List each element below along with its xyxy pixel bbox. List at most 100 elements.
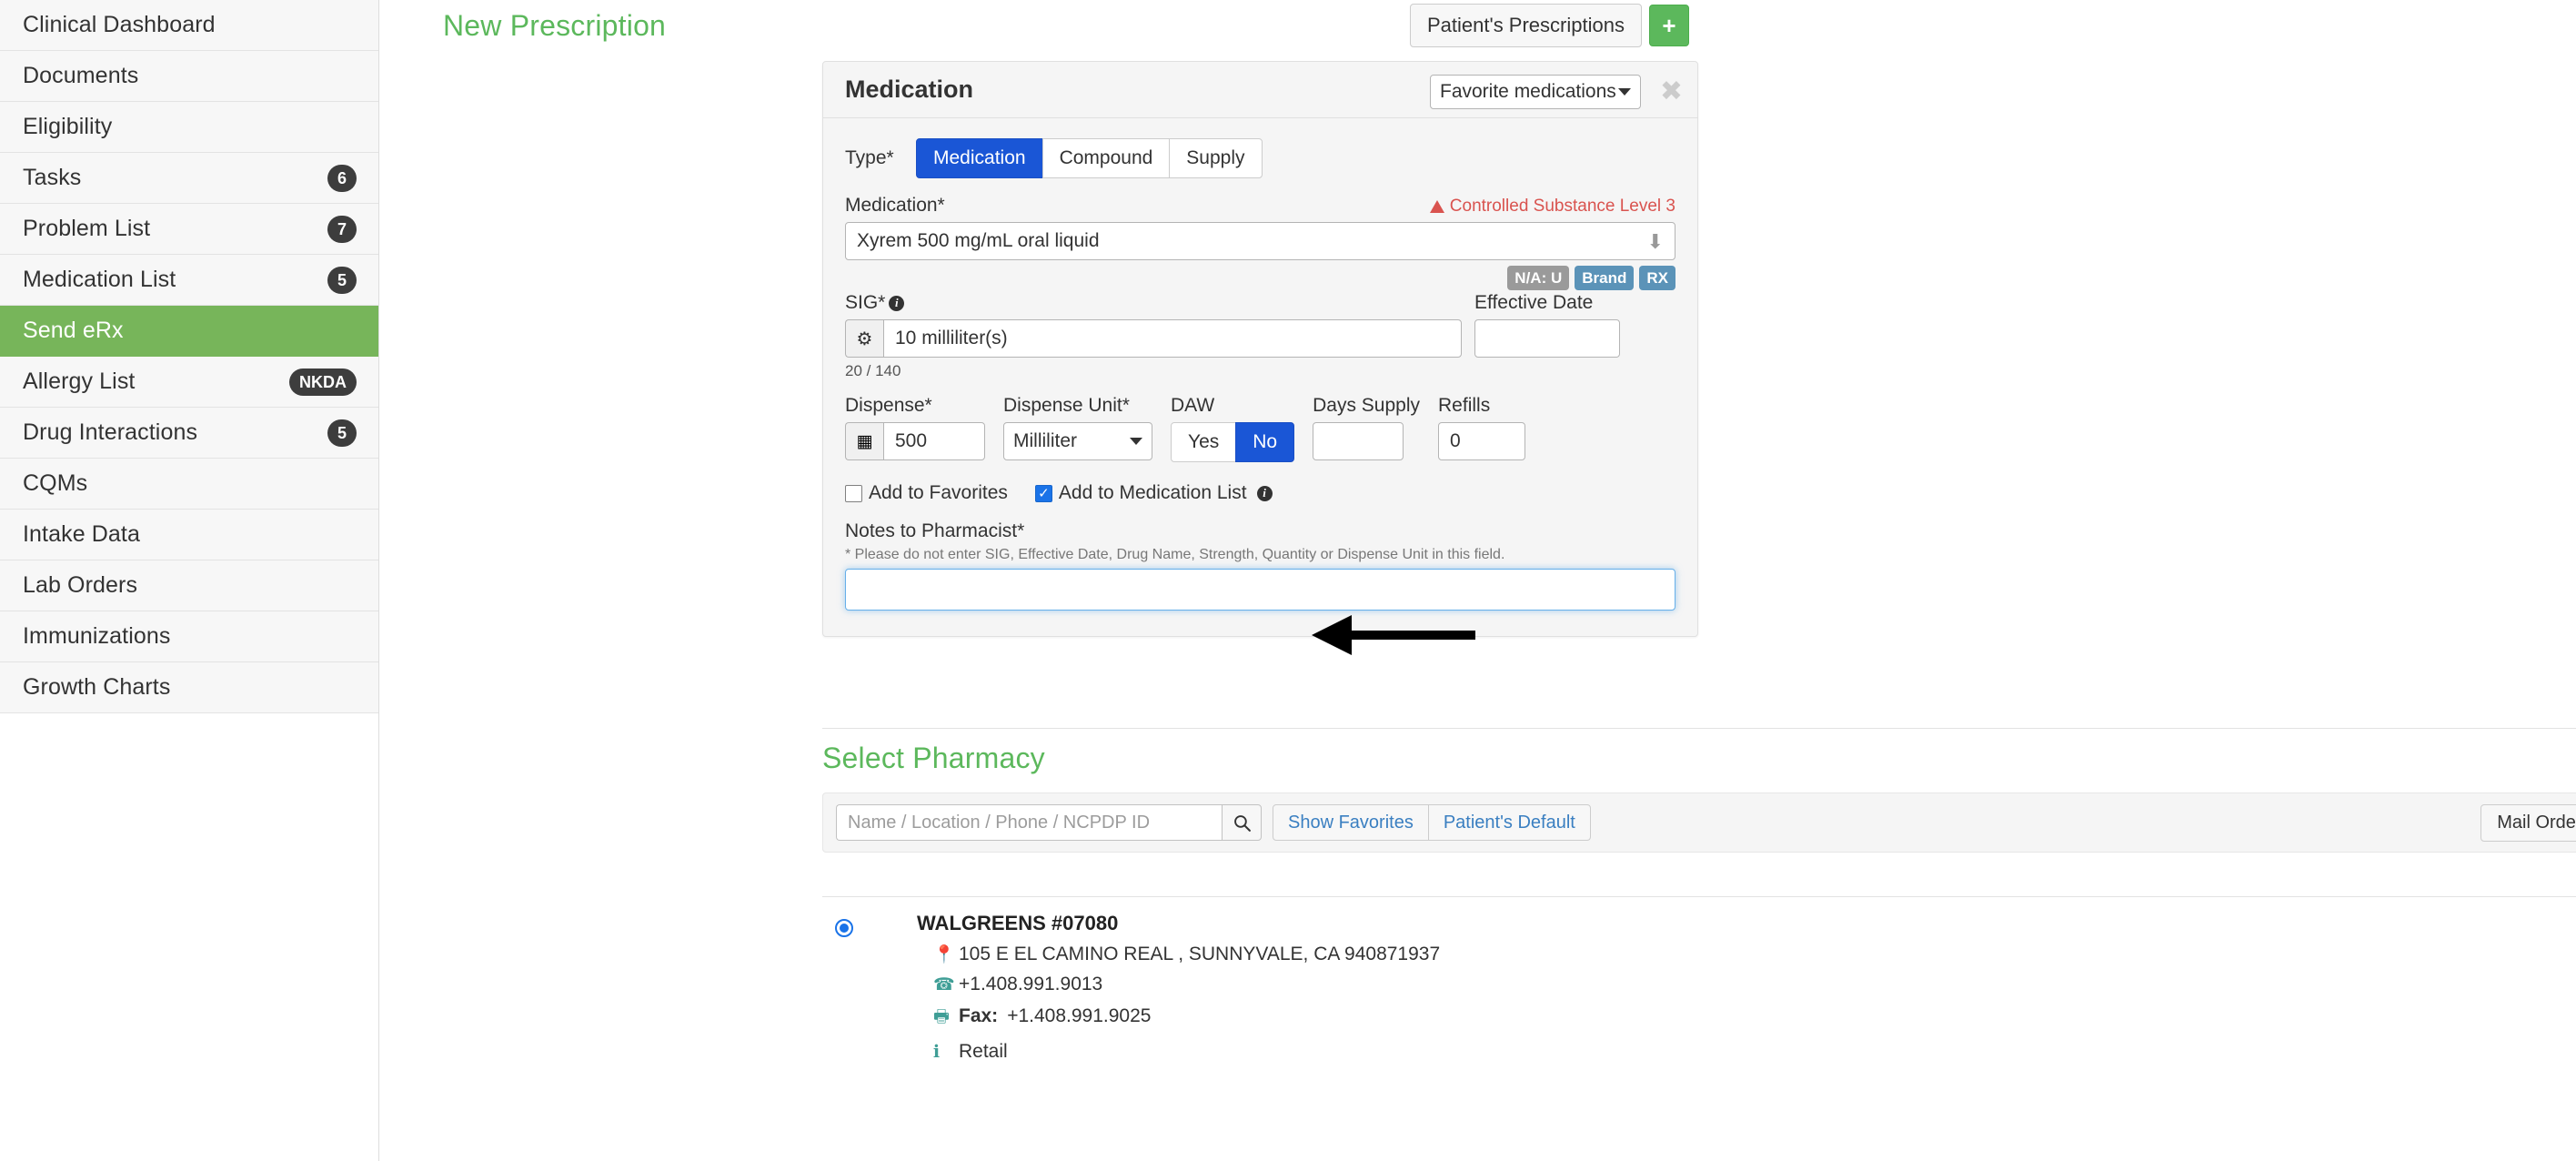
pharmacy-fax: +1.408.991.9025 [1007,1005,1152,1026]
sidebar-item-tasks[interactable]: Tasks 6 [0,153,378,204]
button-label: Compound [1059,147,1153,168]
sidebar-item-label: Intake Data [23,521,140,547]
dispense-unit-select[interactable]: Milliliter [1003,422,1152,460]
daw-button-group: Yes No [1171,422,1295,462]
add-prescription-button[interactable]: + [1648,5,1689,46]
patients-default-button[interactable]: Patient's Default [1427,804,1591,841]
pharmacy-filter-group: Mail OrderRetailOtherProximity [2480,803,2576,842]
sidebar-item-label: CQMs [23,470,88,496]
gear-icon[interactable]: ⚙ [845,319,883,358]
notes-to-pharmacist-block: Notes to Pharmacist* * Please do not ent… [845,520,1675,611]
sig-label: SIG* [845,292,886,313]
sidebar-item-label: Eligibility [23,114,113,139]
page-title: New Prescription [443,8,667,42]
medication-checkbox-row: Add to Favorites Add to Medication List … [845,482,1675,504]
type-supply-button[interactable]: Supply [1169,138,1263,178]
sidebar-item-clinical-dashboard[interactable]: Clinical Dashboard [0,0,378,51]
section-divider [822,728,2576,729]
type-compound-button[interactable]: Compound [1041,138,1171,178]
sidebar-item-problem-list[interactable]: Problem List 7 [0,204,378,255]
pharmacy-type: Retail [959,1041,1008,1062]
pharmacy-fax-line: 🖶 Fax: +1.408.991.9025 [917,1004,1440,1033]
arrow-down-icon: ⬇ [1646,231,1664,254]
pharmacy-select-radio[interactable] [835,919,853,937]
page-header: New Prescription [443,0,1353,51]
button-label: Mail Order [2497,812,2576,833]
effective-date-field: Effective Date [1474,292,1620,380]
sidebar-item-immunizations[interactable]: Immunizations [0,611,378,662]
refills-label: Refills [1438,395,1491,416]
sidebar-item-label: Drug Interactions [23,419,198,445]
sidebar-item-label: Lab Orders [23,572,138,598]
sidebar-item-send-erx[interactable]: Send eRx [0,306,378,357]
daw-yes-button[interactable]: Yes [1171,422,1237,462]
medication-badge: RX [1639,266,1675,290]
pharmacy-fax-label: Fax: [959,1005,999,1026]
sidebar-item-badge: 5 [327,419,357,447]
page-root: Clinical Dashboard Documents Eligibility Ta… [0,0,2576,1161]
medication-panel-title: Medication [845,76,974,103]
dispense-unit-value: Milliliter [1013,430,1077,451]
chevron-down-icon [1130,438,1142,445]
medication-label-row: Medication* Controlled Substance Level 3 [845,195,1675,217]
controlled-substance-warning: Controlled Substance Level 3 [1429,197,1675,217]
controlled-substance-text: Controlled Substance Level 3 [1449,197,1675,216]
add-to-medication-list-checkbox[interactable]: Add to Medication List i [1034,482,1273,504]
search-icon[interactable] [1222,804,1262,841]
sidebar-item-cqms[interactable]: CQMs [0,459,378,510]
sidebar-item-growth-charts[interactable]: Growth Charts [0,662,378,713]
checkbox-box [845,484,862,502]
chevron-down-icon [1618,88,1631,96]
sig-input[interactable]: 10 milliliter(s) [883,319,1462,358]
sidebar-item-medication-list[interactable]: Medication List 5 [0,255,378,306]
add-to-favorites-label: Add to Favorites [869,482,1008,503]
annotation-arrow [1312,615,1475,655]
pharmacy-phone-line: ☎ +1.408.991.9013 [917,974,1440,995]
sidebar-item-allergy-list[interactable]: Allergy List NKDA [0,357,378,408]
show-favorites-button[interactable]: Show Favorites [1273,804,1429,841]
type-medication-button[interactable]: Medication [916,138,1043,178]
info-icon[interactable]: i [1256,485,1273,501]
effective-date-input[interactable] [1474,319,1620,358]
sidebar-item-eligibility[interactable]: Eligibility [0,102,378,153]
medication-panel-header: Medication Favorite medications ✖ [823,62,1697,118]
medication-input[interactable]: Xyrem 500 mg/mL oral liquid ⬇ [845,222,1675,260]
type-row: Type* Medication Compound Supply [845,138,1675,178]
warning-triangle-icon [1429,200,1444,213]
sidebar-item-documents[interactable]: Documents [0,51,378,102]
dispense-label: Dispense* [845,395,932,416]
effective-date-label: Effective Date [1474,292,1594,313]
sidebar-item-label: Tasks [23,165,82,190]
sidebar-item-label: Medication List [23,267,176,292]
dispense-control: ▦ 500 [845,422,985,460]
close-icon[interactable]: ✖ [1660,78,1683,106]
info-icon: ℹ [933,1042,941,1062]
sidebar-item-drug-interactions[interactable]: Drug Interactions 5 [0,408,378,459]
dispense-input[interactable]: 500 [883,422,985,460]
add-to-favorites-checkbox[interactable]: Add to Favorites [845,482,1008,504]
type-label: Type* [845,147,894,168]
location-pin-icon: 📍 [933,944,955,964]
pharmacy-details: WALGREENS #07080 📍 105 E EL CAMINO REAL … [917,912,1440,1063]
days-supply-input[interactable] [1313,422,1404,460]
pharmacy-link-buttons: Show Favorites Patient's Default [1273,804,1591,841]
favorite-medications-select[interactable]: Favorite medications [1430,75,1641,109]
pharmacy-search-input[interactable]: Name / Location / Phone / NCPDP ID [836,804,1222,841]
medication-label: Medication* [845,195,945,216]
refills-input[interactable]: 0 [1438,422,1526,460]
info-icon[interactable]: i [889,295,905,311]
dispense-value: 500 [895,430,928,451]
calculator-icon[interactable]: ▦ [845,422,883,460]
button-label: No [1253,431,1278,452]
pharmacy-filter-mail-order-button[interactable]: Mail Order [2480,803,2576,842]
dispense-row: Dispense* ▦ 500 Dispense Unit* Millilite… [845,395,1675,462]
header-actions: Patient's Prescriptions + [1410,4,1689,47]
patients-prescriptions-button[interactable]: Patient's Prescriptions [1410,4,1642,47]
notes-to-pharmacist-input[interactable] [845,569,1675,611]
sidebar-item-intake-data[interactable]: Intake Data [0,510,378,560]
button-label: Medication [933,147,1026,168]
sidebar-item-lab-orders[interactable]: Lab Orders [0,560,378,611]
button-label: Yes [1188,431,1220,452]
daw-no-button[interactable]: No [1235,422,1295,462]
sidebar-item-label: Problem List [23,216,151,241]
